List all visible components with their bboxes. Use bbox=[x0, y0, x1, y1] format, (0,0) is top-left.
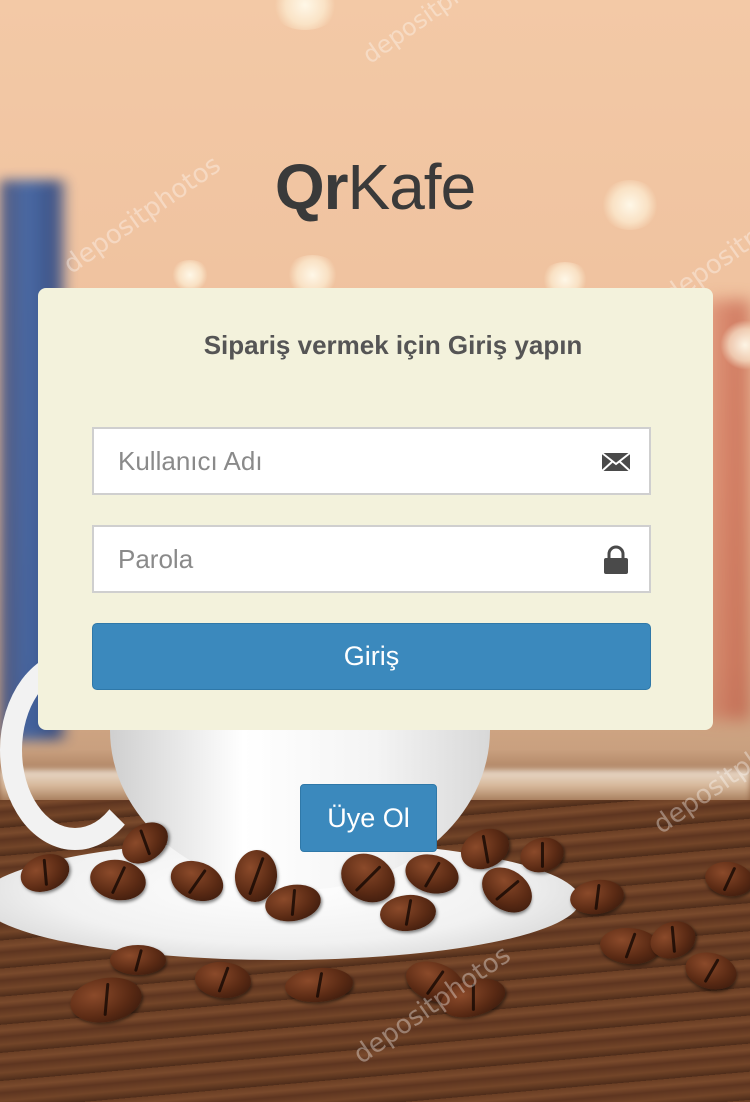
coffee-bean bbox=[114, 813, 176, 873]
logo-bold-text: Qr bbox=[274, 151, 349, 223]
saucer bbox=[0, 840, 580, 960]
login-card: Sipariş vermek için Giriş yapın Giriş bbox=[38, 288, 713, 730]
coffee-bean bbox=[262, 880, 324, 926]
username-input[interactable] bbox=[94, 429, 598, 493]
coffee-bean bbox=[66, 972, 146, 1028]
signup-button[interactable]: Üye Ol bbox=[300, 784, 437, 852]
coffee-bean bbox=[15, 847, 75, 899]
coffee-bean bbox=[232, 848, 280, 904]
password-input[interactable] bbox=[94, 527, 598, 591]
coffee-bean bbox=[110, 945, 166, 975]
username-field[interactable] bbox=[92, 427, 651, 495]
coffee-bean bbox=[332, 844, 404, 912]
coffee-bean bbox=[645, 915, 701, 965]
lock-icon bbox=[604, 545, 628, 574]
coffee-bean bbox=[702, 858, 750, 900]
bokeh-light bbox=[170, 260, 210, 290]
watermark: depositphotos bbox=[357, 0, 513, 70]
envelope-icon bbox=[601, 452, 631, 472]
app-logo: QrKafe bbox=[0, 150, 750, 224]
coffee-bean bbox=[283, 965, 355, 1005]
coffee-bean bbox=[378, 892, 438, 934]
coffee-bean bbox=[516, 832, 568, 878]
coffee-bean bbox=[567, 876, 627, 918]
login-screen: depositphotos depositphotos depositphoto… bbox=[0, 0, 750, 1102]
logo-light-text: Kafe bbox=[347, 151, 477, 223]
coffee-bean bbox=[436, 972, 510, 1024]
coffee-bean bbox=[193, 959, 253, 1001]
watermark: depositphotos bbox=[348, 939, 517, 1071]
coffee-bean bbox=[598, 925, 662, 967]
coffee-bean bbox=[401, 848, 463, 900]
login-title: Sipariş vermek için Giriş yapın bbox=[203, 330, 583, 360]
bokeh-light bbox=[270, 0, 340, 30]
login-button[interactable]: Giriş bbox=[92, 623, 651, 690]
coffee-bean bbox=[681, 946, 741, 996]
coffee-bean bbox=[454, 821, 516, 877]
coffee-bean bbox=[473, 858, 541, 922]
coffee-bean bbox=[86, 855, 150, 905]
coffee-bean bbox=[400, 953, 470, 1011]
password-field[interactable] bbox=[92, 525, 651, 593]
coffee-bean bbox=[165, 853, 229, 909]
